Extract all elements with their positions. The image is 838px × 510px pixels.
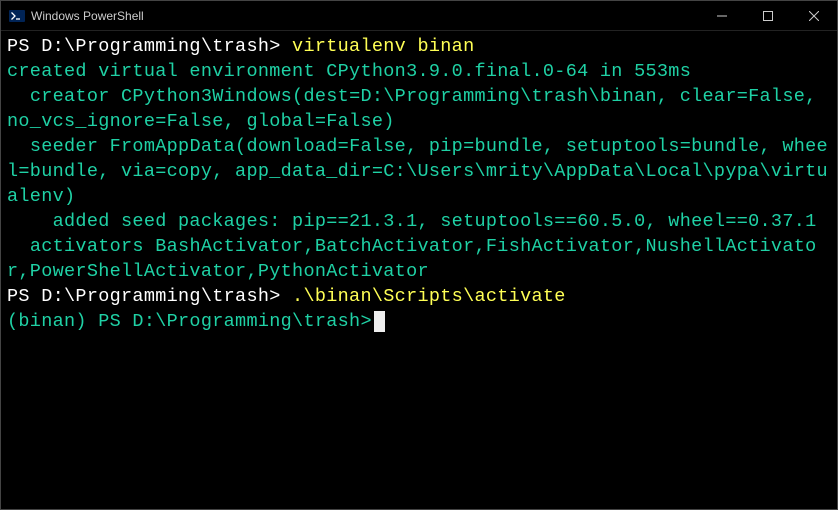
titlebar-left: Windows PowerShell <box>9 8 144 24</box>
cursor <box>374 311 385 332</box>
prompt-line: (binan) PS D:\Programming\trash> <box>7 310 831 335</box>
prompt-line: PS D:\Programming\trash> .\binan\Scripts… <box>7 285 831 310</box>
prompt-text: PS D:\Programming\trash> <box>7 286 292 307</box>
command-text: virtualenv binan <box>292 36 474 57</box>
titlebar-controls <box>699 1 837 30</box>
output-line: seeder FromAppData(download=False, pip=b… <box>7 135 831 210</box>
output-line: added seed packages: pip==21.3.1, setupt… <box>7 210 831 235</box>
terminal-area[interactable]: PS D:\Programming\trash> virtualenv bina… <box>1 31 837 509</box>
maximize-button[interactable] <box>745 1 791 30</box>
prompt-text: (binan) PS D:\Programming\trash> <box>7 311 372 332</box>
close-button[interactable] <box>791 1 837 30</box>
prompt-text: PS D:\Programming\trash> <box>7 36 292 57</box>
prompt-line: PS D:\Programming\trash> virtualenv bina… <box>7 35 831 60</box>
command-text: .\binan\Scripts\activate <box>292 286 566 307</box>
output-line: creator CPython3Windows(dest=D:\Programm… <box>7 85 831 135</box>
output-line: created virtual environment CPython3.9.0… <box>7 60 831 85</box>
output-line: activators BashActivator,BatchActivator,… <box>7 235 831 285</box>
powershell-icon <box>9 8 25 24</box>
window-title: Windows PowerShell <box>31 9 144 23</box>
minimize-button[interactable] <box>699 1 745 30</box>
titlebar[interactable]: Windows PowerShell <box>1 1 837 31</box>
